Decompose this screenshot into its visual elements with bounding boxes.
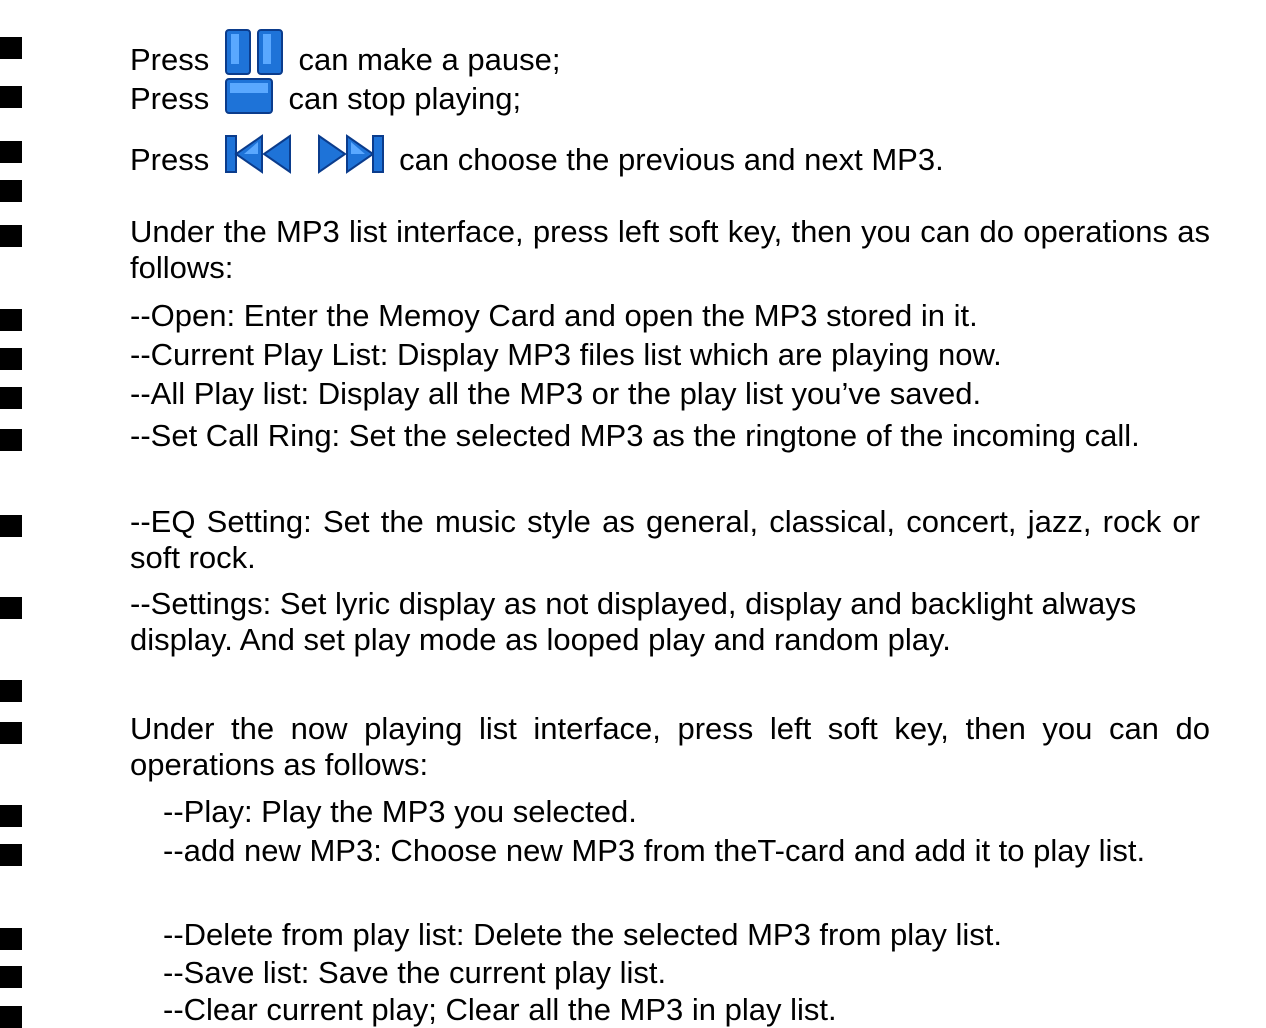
item-add-new-mp3: --add new MP3: Choose new MP3 from theT-… (163, 833, 1146, 868)
next-track-icon (315, 132, 385, 184)
bullet-square (0, 515, 22, 537)
bullet-square (0, 86, 22, 108)
bullet-square (0, 1006, 22, 1028)
previous-track-icon (224, 132, 294, 184)
bullet-square (0, 37, 22, 59)
prev-next-desc: can choose the previous and next MP3. (399, 142, 944, 177)
mp3-list-intro: Under the MP3 list interface, press left… (130, 214, 1210, 285)
bullet-square (0, 141, 22, 163)
bullet-square (0, 348, 22, 370)
bullet-square (0, 844, 22, 866)
pause-icon (224, 28, 284, 84)
item-save-list: --Save list: Save the current play list. (163, 955, 667, 990)
bullet-square (0, 966, 22, 988)
bullet-square (0, 805, 22, 827)
press-label: Press (130, 42, 210, 77)
document-page: Press can make a pause; Press can stop p… (0, 0, 1266, 1028)
item-current-play-list: --Current Play List: Display MP3 files l… (130, 337, 1002, 372)
stop-icon (224, 77, 274, 123)
line-stop: Press can stop playing; (130, 77, 1210, 123)
item-settings: --Settings: Set lyric display as not dis… (130, 586, 1137, 657)
line-prev-next: Press can choose the previous and next M… (130, 132, 1210, 184)
bullet-square (0, 387, 22, 409)
item-set-call-ring: --Set Call Ring: Set the selected MP3 as… (130, 418, 1140, 453)
item-eq-setting: --EQ Setting: Set the music style as gen… (130, 504, 1200, 575)
bullet-square (0, 680, 22, 702)
line-pause: Press can make a pause; (130, 28, 1210, 84)
bullet-square (0, 225, 22, 247)
bullet-square (0, 722, 22, 744)
bullet-square (0, 597, 22, 619)
press-label: Press (130, 142, 210, 177)
item-play: --Play: Play the MP3 you selected. (163, 794, 637, 829)
bullet-square (0, 309, 22, 331)
item-all-play-list: --All Play list: Display all the MP3 or … (130, 376, 982, 411)
bullet-square (0, 180, 22, 202)
pause-desc: can make a pause; (298, 42, 561, 77)
bullet-square (0, 429, 22, 451)
item-delete-from-play-list: --Delete from play list: Delete the sele… (163, 917, 1003, 952)
stop-desc: can stop playing; (288, 81, 522, 116)
now-playing-intro: Under the now playing list interface, pr… (130, 711, 1210, 782)
item-open: --Open: Enter the Memoy Card and open th… (130, 298, 978, 333)
bullet-square (0, 928, 22, 950)
press-label: Press (130, 81, 210, 116)
